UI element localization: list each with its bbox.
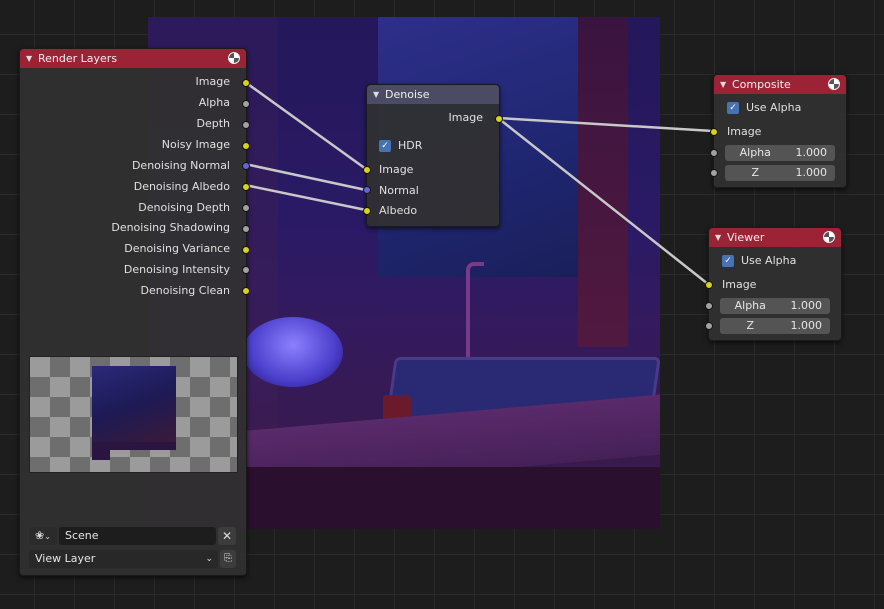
composite-alpha-value: 1.000 [795,146,828,159]
output-label-denoising-shadowing: Denoising Shadowing [111,221,230,234]
socket-viewer-image-input[interactable] [705,281,713,289]
render-preview [29,356,238,473]
socket-composite-image-input[interactable] [710,128,718,136]
socket-depth-output[interactable] [242,121,250,129]
view-layer-row: View Layer ⌄ ⎘ [29,550,236,568]
scene-selector-row: ❀⌄ Scene ✕ [29,527,236,545]
socket-composite-alpha-input[interactable] [710,149,718,157]
socket-viewer-alpha-input[interactable] [705,302,713,310]
output-label-depth: Depth [196,117,230,130]
socket-denoising-normal-output[interactable] [242,162,250,170]
output-label-denoising-clean: Denoising Clean [140,284,230,297]
denoise-input-normal: Normal [379,184,419,197]
scene-icon: ❀ [35,529,45,542]
viewer-use-alpha-label: Use Alpha [741,254,797,267]
scene-clear-button[interactable]: ✕ [218,527,236,545]
composite-title: Composite [732,78,791,91]
output-label-noisy-image: Noisy Image [161,138,230,151]
socket-denoise-image-output[interactable] [495,115,503,123]
output-label-alpha: Alpha [198,96,230,109]
viewer-header[interactable]: ▼ Viewer [709,228,841,247]
preview-image [92,366,176,442]
render-layers-node[interactable]: ▼ Render Layers Image Alpha Depth Noisy … [19,48,250,576]
viewer-z-value: 1.000 [790,319,823,332]
socket-alpha-output[interactable] [242,100,250,108]
composite-use-alpha-label: Use Alpha [746,101,802,114]
socket-denoising-intensity-output[interactable] [242,266,250,274]
viewer-alpha-label: Alpha [734,299,766,312]
render-layers-header[interactable]: ▼ Render Layers [20,49,246,68]
preview-image-strip [110,442,176,450]
denoise-header[interactable]: ▼ Denoise [367,85,499,104]
backdrop-faucet [466,262,484,366]
socket-denoising-clean-output[interactable] [242,287,250,295]
render-layers-title: Render Layers [38,52,118,65]
viewer-title: Viewer [727,231,765,244]
socket-denoise-image-input[interactable] [363,166,371,174]
composite-z-field[interactable]: Z 1.000 [725,165,835,181]
viewer-z-label: Z [746,319,755,332]
render-layer-button[interactable]: ⎘ [220,550,236,568]
composite-use-alpha-checkbox[interactable]: ✓ [727,102,739,114]
scene-browse-button[interactable]: ❀⌄ [29,527,57,545]
socket-denoise-normal-input[interactable] [363,186,371,194]
socket-noisy-image-output[interactable] [242,142,250,150]
backdrop-pot [243,317,343,387]
denoise-node[interactable]: ▼ Denoise Image ✓ HDR Image Normal Albed… [363,84,503,227]
output-label-image: Image [195,75,230,88]
collapse-arrow-icon[interactable]: ▼ [715,228,721,247]
composite-z-label: Z [751,166,760,179]
denoise-title: Denoise [385,88,430,101]
socket-denoising-variance-output[interactable] [242,246,250,254]
denoise-input-image: Image [379,163,414,176]
output-label-denoising-normal: Denoising Normal [131,159,230,172]
output-label-denoising-depth: Denoising Depth [138,201,230,214]
view-layer-value: View Layer [35,552,96,565]
hdr-checkbox[interactable]: ✓ [379,140,391,152]
viewer-image-label: Image [722,278,757,291]
viewer-use-alpha-checkbox[interactable]: ✓ [722,255,734,267]
composite-alpha-label: Alpha [739,146,771,159]
socket-image-output[interactable] [242,79,250,87]
socket-denoising-albedo-output[interactable] [242,183,250,191]
socket-denoising-depth-output[interactable] [242,204,250,212]
view-layer-select[interactable]: View Layer ⌄ [29,550,218,568]
collapse-arrow-icon[interactable]: ▼ [720,75,726,94]
socket-denoising-shadowing-output[interactable] [242,225,250,233]
output-label-denoising-variance: Denoising Variance [124,242,230,255]
composite-image-label: Image [727,125,762,138]
viewer-node-icon [823,231,835,243]
preview-image-tile [92,442,110,460]
denoise-output-label: Image [448,111,483,124]
output-label-denoising-intensity: Denoising Intensity [123,263,230,276]
socket-denoise-albedo-input[interactable] [363,207,371,215]
render-node-icon [228,52,240,64]
output-label-denoising-albedo: Denoising Albedo [133,180,230,193]
socket-composite-z-input[interactable] [710,169,718,177]
composite-z-value: 1.000 [795,166,828,179]
viewer-alpha-value: 1.000 [790,299,823,312]
denoise-input-albedo: Albedo [379,204,418,217]
backdrop-frame [578,17,628,347]
viewer-alpha-field[interactable]: Alpha 1.000 [720,298,830,314]
scene-name-field[interactable]: Scene [59,527,216,545]
collapse-arrow-icon[interactable]: ▼ [26,49,32,68]
viewer-z-field[interactable]: Z 1.000 [720,318,830,334]
hdr-label: HDR [398,139,423,152]
composite-node[interactable]: ▼ Composite ✓ Use Alpha Image Alpha 1.00… [710,74,847,188]
composite-alpha-field[interactable]: Alpha 1.000 [725,145,835,161]
composite-node-icon [828,78,840,90]
collapse-arrow-icon[interactable]: ▼ [373,85,379,104]
chevron-down-icon: ⌄ [205,554,213,564]
chevron-down-icon: ⌄ [44,532,51,541]
viewer-node[interactable]: ▼ Viewer ✓ Use Alpha Image Alpha 1.000 Z… [705,227,842,341]
socket-viewer-z-input[interactable] [705,322,713,330]
composite-header[interactable]: ▼ Composite [714,75,846,94]
